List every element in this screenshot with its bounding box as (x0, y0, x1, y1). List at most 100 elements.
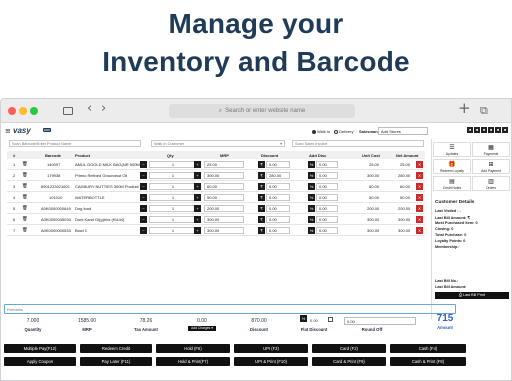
qty-input[interactable]: 1 (149, 161, 197, 168)
delete-row-button[interactable]: ✕ (416, 205, 423, 212)
amount-tendered-input[interactable]: 0.00 (344, 317, 416, 325)
mrp-input[interactable]: 300.00 (204, 172, 244, 179)
tile-orders[interactable]: ▥ Orders (472, 176, 510, 191)
toolbar-icon-5[interactable]: ■ (495, 127, 501, 133)
add-charges-button[interactable]: Add Charges ▾ (188, 326, 216, 331)
discount-input[interactable]: 0.00 (266, 183, 290, 190)
trash-icon[interactable]: 🗑 (22, 183, 28, 189)
add-disc-input[interactable]: 0.00 (316, 161, 338, 168)
toolbar-icon-2[interactable]: ■ (474, 127, 480, 133)
close-window-button[interactable] (8, 107, 16, 115)
minimize-window-button[interactable] (19, 107, 27, 115)
delete-row-button[interactable]: ✕ (416, 194, 423, 201)
tile-payments[interactable]: ▦ Payments (472, 142, 510, 157)
trash-icon[interactable]: 🗑 (22, 205, 28, 211)
card-print-button[interactable]: Card & Print (F9) (312, 357, 386, 366)
round-off-checkbox[interactable] (328, 317, 333, 322)
add-disc-input[interactable]: 0.00 (316, 172, 338, 179)
customer-select[interactable]: Walk In Customer ▾ (151, 140, 285, 147)
add-disc-input[interactable]: 0.00 (316, 205, 338, 212)
mrp-input[interactable]: 300.00 (204, 216, 244, 223)
percent-icon[interactable]: % (308, 172, 315, 179)
percent-discount-button[interactable]: ₹ (258, 194, 265, 201)
percent-icon[interactable]: % (308, 194, 315, 201)
qty-input[interactable]: 1 (149, 194, 197, 201)
percent-discount-button[interactable]: ₹ (258, 227, 265, 234)
qty-decrease-button[interactable]: − (140, 183, 147, 190)
mrp-input[interactable]: 60.00 (204, 183, 244, 190)
add-disc-input[interactable]: 0.00 (316, 183, 338, 190)
qty-input[interactable]: 1 (149, 227, 197, 234)
percent-icon[interactable]: % (308, 216, 315, 223)
scan-barcode-input[interactable]: Scan Barcode/Enter Product Name (9, 140, 141, 147)
percent-icon[interactable]: % (308, 205, 315, 212)
hold-button[interactable]: Hold (F6) (156, 344, 230, 353)
remarks-input[interactable]: Remarks (4, 304, 456, 314)
cash-button[interactable]: Cash (F4) (390, 344, 466, 353)
percent-discount-button[interactable]: ₹ (258, 216, 265, 223)
qty-increase-button[interactable]: + (194, 183, 201, 190)
upi-button[interactable]: UPI (F3) (234, 344, 308, 353)
salesman-select[interactable]: Add Stores (378, 127, 428, 135)
maximize-window-button[interactable] (30, 107, 38, 115)
qty-increase-button[interactable]: + (194, 227, 201, 234)
discount-input[interactable]: 0.00 (266, 227, 290, 234)
discount-input[interactable]: 0.00 (266, 161, 290, 168)
cash-print-button[interactable]: Cash & Print (F8) (390, 357, 466, 366)
trash-icon[interactable]: 🗑 (22, 194, 28, 200)
discount-input[interactable]: 0.00 (266, 216, 290, 223)
last-bill-print-button[interactable]: ⎙ Last Bill Print (435, 292, 509, 299)
discount-input[interactable]: 280.00 (266, 172, 290, 179)
sidebar-icon[interactable] (63, 107, 73, 115)
discount-input[interactable]: 0.00 (266, 205, 290, 212)
qty-input[interactable]: 1 (149, 216, 197, 223)
delete-row-button[interactable]: ✕ (416, 172, 423, 179)
qty-increase-button[interactable]: + (194, 172, 201, 179)
redeem-credit-button[interactable]: Redeem Credit (80, 344, 152, 353)
menu-icon[interactable]: ≡ (5, 127, 11, 135)
trash-icon[interactable]: 🗑 (22, 227, 28, 233)
mrp-input[interactable]: 300.00 (204, 227, 244, 234)
add-disc-input[interactable]: 0.00 (316, 227, 338, 234)
qty-decrease-button[interactable]: − (140, 194, 147, 201)
mrp-input[interactable]: 25.00 (204, 161, 244, 168)
add-disc-input[interactable]: 0.00 (316, 216, 338, 223)
url-bar[interactable]: ⌕ Search or enter website name (169, 104, 355, 118)
percent-discount-button[interactable]: ₹ (258, 205, 265, 212)
apply-coupon-button[interactable]: Apply Coupon (4, 357, 76, 366)
toolbar-icon-6[interactable]: ■ (502, 127, 508, 133)
qty-increase-button[interactable]: + (194, 216, 201, 223)
percent-icon[interactable]: % (308, 161, 315, 168)
mrp-input[interactable]: 50.00 (204, 194, 244, 201)
radio-walk-in[interactable]: Walk In (312, 129, 330, 134)
mrp-input[interactable]: 200.00 (204, 205, 244, 212)
pay-later-button[interactable]: Pay Later (F11) (80, 357, 152, 366)
qty-input[interactable]: 1 (149, 183, 197, 190)
qty-input[interactable]: 1 (149, 205, 197, 212)
trash-icon[interactable]: 🗑 (22, 161, 28, 167)
toolbar-icon-1[interactable]: ■ (467, 127, 473, 133)
percent-icon[interactable]: % (308, 183, 315, 190)
delete-row-button[interactable]: ✕ (416, 216, 423, 223)
sales-invoice-input[interactable]: Scan Sales Invoice (292, 140, 424, 147)
qty-increase-button[interactable]: + (194, 161, 201, 168)
tile-updates[interactable]: ☰ Updates (433, 142, 471, 157)
toolbar-icon-3[interactable]: ■ (481, 127, 487, 133)
back-icon[interactable]: ‹ (87, 101, 92, 117)
discount-input[interactable]: 0.00 (266, 194, 290, 201)
tile-add-payment[interactable]: ⊞ Add Payment (472, 159, 510, 174)
delete-row-button[interactable]: ✕ (416, 161, 423, 168)
percent-icon[interactable]: % (308, 227, 315, 234)
qty-decrease-button[interactable]: − (140, 216, 147, 223)
radio-delivery[interactable]: Delivery (334, 129, 353, 134)
forward-icon[interactable]: › (101, 101, 106, 117)
qty-decrease-button[interactable]: − (140, 172, 147, 179)
percent-discount-button[interactable]: ₹ (258, 161, 265, 168)
tile-redeem-loyalty[interactable]: 🎁 Redeem Loyalty (433, 159, 471, 174)
multiple-pay-button[interactable]: Multiple Pay(F12) (4, 344, 76, 353)
delete-row-button[interactable]: ✕ (416, 183, 423, 190)
qty-decrease-button[interactable]: − (140, 205, 147, 212)
qty-increase-button[interactable]: + (194, 205, 201, 212)
tile-credit-notes[interactable]: ▤ Credit Notes (433, 176, 471, 191)
qty-increase-button[interactable]: + (194, 194, 201, 201)
